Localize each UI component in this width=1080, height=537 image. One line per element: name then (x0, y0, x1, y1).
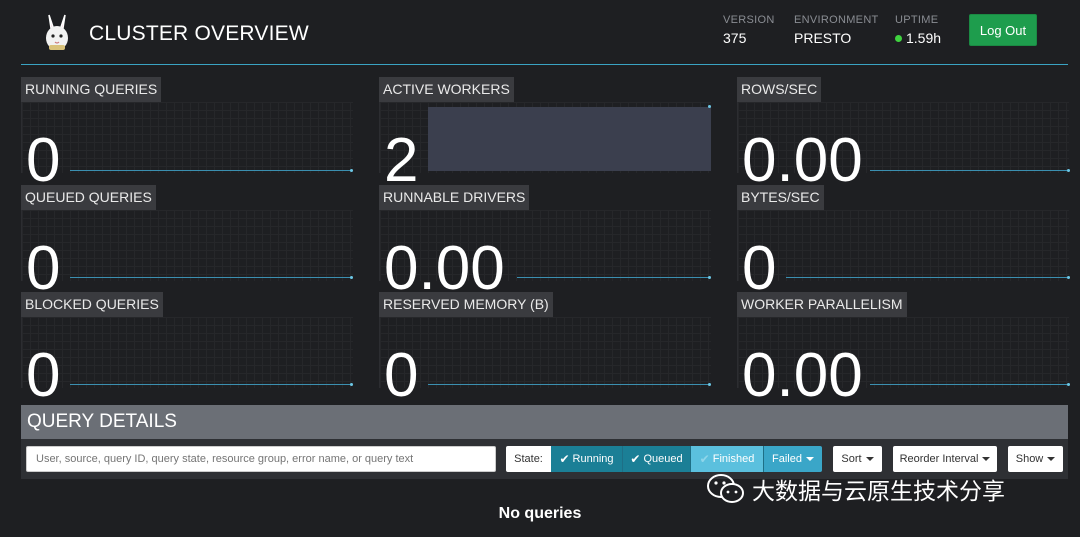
stat-sparkline-area: 0 (737, 210, 1070, 300)
presto-bunny-logo-icon (46, 14, 68, 50)
version-key: VERSION (723, 14, 775, 26)
filter-queued-button[interactable]: ✔ Queued (623, 446, 691, 472)
stat-running-queries: RUNNING QUERIES 0 (21, 77, 353, 192)
state-label: State: (506, 446, 551, 472)
stat-sparkline-area: 2 (379, 102, 711, 192)
sparkline-end-dot (1067, 169, 1070, 172)
stat-sparkline-area: 0.00 (379, 210, 711, 300)
sparkline (70, 170, 352, 171)
stat-value: 0.00 (384, 234, 505, 303)
stat-sparkline-area: 0 (21, 210, 353, 300)
environment-meta: ENVIRONMENT PRESTO (794, 14, 879, 46)
header: CLUSTER OVERVIEW VERSION 375 ENVIRONMENT… (0, 0, 1080, 64)
stat-value: 0 (384, 341, 419, 410)
sparkline-area-fill (428, 107, 711, 171)
stat-sparkline-area: 0.00 (737, 102, 1070, 192)
chevron-down-icon (982, 457, 991, 461)
stat-worker-parallelism: WORKER PARALLELISM 0.00 (737, 292, 1070, 407)
environment-key: ENVIRONMENT (794, 14, 879, 26)
filter-queued-label: Queued (643, 453, 683, 465)
stat-label: RUNNING QUERIES (21, 77, 162, 102)
stat-value: 0 (26, 234, 61, 303)
environment-value: PRESTO (794, 30, 852, 46)
sparkline (870, 384, 1070, 385)
sparkline (70, 277, 352, 278)
sparkline (517, 277, 710, 278)
filter-failed-label: Failed (772, 453, 802, 465)
stat-sparkline-area: 0 (21, 317, 353, 407)
stat-queued-queries: QUEUED QUERIES 0 (21, 185, 353, 300)
reorder-interval-label: Reorder Interval (899, 453, 979, 465)
uptime-meta: UPTIME 1.59h (895, 14, 941, 46)
stat-bytes-per-sec: BYTES/SEC 0 (737, 185, 1070, 300)
filter-running-button[interactable]: ✔ Running (551, 446, 623, 472)
stat-sparkline-area: 0 (379, 317, 711, 407)
sparkline-end-dot (1067, 276, 1070, 279)
stat-label: BYTES/SEC (737, 185, 824, 210)
stat-label: QUEUED QUERIES (21, 185, 156, 210)
sparkline-end-dot (708, 105, 711, 108)
stat-sparkline-area: 0.00 (737, 317, 1070, 407)
stat-value: 0.00 (742, 126, 863, 195)
version-value: 375 (723, 30, 747, 46)
stat-value: 0 (742, 234, 777, 303)
sparkline (428, 384, 710, 385)
logout-button[interactable]: Log Out (969, 14, 1037, 46)
header-divider (21, 64, 1068, 65)
page-title: CLUSTER OVERVIEW (89, 22, 309, 45)
stat-label: RUNNABLE DRIVERS (379, 185, 530, 210)
wechat-icon (707, 474, 744, 503)
check-icon: ✔ (699, 452, 710, 466)
reorder-interval-dropdown[interactable]: Reorder Interval (893, 446, 997, 472)
stat-label: ACTIVE WORKERS (379, 77, 514, 102)
version-meta: VERSION 375 (723, 14, 775, 46)
watermark: 大数据与云原生技术分享 (706, 472, 1005, 506)
status-dot-icon (895, 34, 902, 42)
stat-label: BLOCKED QUERIES (21, 292, 163, 317)
uptime-key: UPTIME (895, 14, 939, 26)
chevron-down-icon (805, 457, 814, 461)
show-label: Show (1015, 453, 1044, 465)
empty-state-text: No queries (498, 505, 582, 522)
check-icon: ✔ (559, 452, 570, 466)
chevron-down-icon (1047, 457, 1056, 461)
show-dropdown[interactable]: Show (1008, 446, 1063, 472)
sort-dropdown[interactable]: Sort (833, 446, 882, 472)
stat-label: WORKER PARALLELISM (737, 292, 907, 317)
sparkline-end-dot (350, 169, 353, 172)
sparkline-end-dot (1067, 383, 1070, 386)
query-search-input[interactable] (26, 446, 496, 472)
stat-value: 2 (384, 126, 419, 195)
stat-value: 0.00 (742, 341, 863, 410)
sort-label: Sort (841, 453, 862, 465)
filter-failed-dropdown[interactable]: Failed (764, 446, 822, 472)
chevron-down-icon (865, 457, 874, 461)
filter-finished-label: Finished (712, 453, 755, 465)
stat-value: 0 (26, 126, 61, 195)
filter-running-label: Running (572, 453, 614, 465)
stat-rows-per-sec: ROWS/SEC 0.00 (737, 77, 1070, 192)
uptime-value: 1.59h (906, 30, 942, 46)
stat-sparkline-area: 0 (21, 102, 353, 192)
stat-label: RESERVED MEMORY (B) (379, 292, 553, 317)
sparkline-end-dot (708, 276, 711, 279)
stat-value: 0 (26, 341, 61, 410)
sparkline (786, 277, 1070, 278)
stat-reserved-memory: RESERVED MEMORY (B) 0 (379, 292, 711, 407)
stat-label: ROWS/SEC (737, 77, 822, 102)
sparkline-end-dot (708, 383, 711, 386)
sparkline (870, 170, 1070, 171)
stat-active-workers: ACTIVE WORKERS 2 (379, 77, 711, 192)
stat-blocked-queries: BLOCKED QUERIES 0 (21, 292, 353, 407)
uptime-value-row: 1.59h (895, 30, 941, 46)
stat-runnable-drivers: RUNNABLE DRIVERS 0.00 (379, 185, 711, 300)
filter-finished-button[interactable]: ✔ Finished (691, 446, 764, 472)
sparkline-end-dot (350, 276, 353, 279)
check-icon: ✔ (630, 452, 641, 466)
watermark-text: 大数据与云原生技术分享 (752, 479, 1005, 505)
query-details-title: QUERY DETAILS (21, 405, 1068, 439)
sparkline (70, 384, 352, 385)
sparkline-end-dot (350, 383, 353, 386)
